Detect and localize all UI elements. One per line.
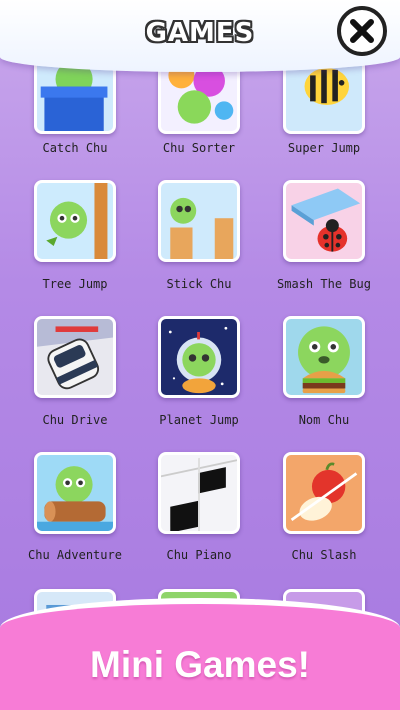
game-label: Stick Chu bbox=[166, 277, 232, 291]
chu-log-icon bbox=[37, 455, 113, 531]
game-label: Chu Piano bbox=[166, 548, 232, 562]
game-tile-chu-slash[interactable] bbox=[283, 452, 365, 534]
game-tile-chu-adventure[interactable] bbox=[34, 452, 116, 534]
close-button[interactable] bbox=[337, 6, 387, 56]
chu-tree-icon bbox=[37, 183, 113, 259]
game-tile-tree-jump[interactable] bbox=[34, 180, 116, 262]
game-label: Chu Adventure bbox=[28, 548, 122, 562]
game-label: Nom Chu bbox=[298, 413, 350, 427]
game-label: Tree Jump bbox=[42, 277, 108, 291]
footer-banner: Mini Games! bbox=[0, 598, 400, 710]
game-label: Catch Chu bbox=[42, 141, 108, 155]
burger-chu-icon bbox=[286, 319, 362, 395]
game-label: Chu Slash bbox=[291, 548, 357, 562]
close-icon bbox=[350, 19, 374, 43]
game-label: Super Jump bbox=[287, 141, 361, 155]
chu-pillar-icon bbox=[161, 183, 237, 259]
sliced-fruit-icon bbox=[286, 455, 362, 531]
car-icon bbox=[37, 319, 113, 395]
game-tile-stick-chu[interactable] bbox=[158, 180, 240, 262]
game-tile-planet-jump[interactable] bbox=[158, 316, 240, 398]
game-label: Chu Drive bbox=[42, 413, 108, 427]
game-tile-chu-drive[interactable] bbox=[34, 316, 116, 398]
header-bar: GAMES bbox=[0, 0, 400, 72]
game-tile-chu-piano[interactable] bbox=[158, 452, 240, 534]
game-label: Smash The Bug bbox=[277, 277, 371, 291]
astronaut-chu-icon bbox=[161, 319, 237, 395]
ladybug-book-icon bbox=[286, 183, 362, 259]
game-label: Chu Sorter bbox=[162, 141, 236, 155]
piano-tiles-icon bbox=[161, 455, 237, 531]
game-tile-smash-the-bug[interactable] bbox=[283, 180, 365, 262]
game-tile-nom-chu[interactable] bbox=[283, 316, 365, 398]
game-label: Planet Jump bbox=[159, 413, 239, 427]
footer-title: Mini Games! bbox=[90, 644, 310, 685]
